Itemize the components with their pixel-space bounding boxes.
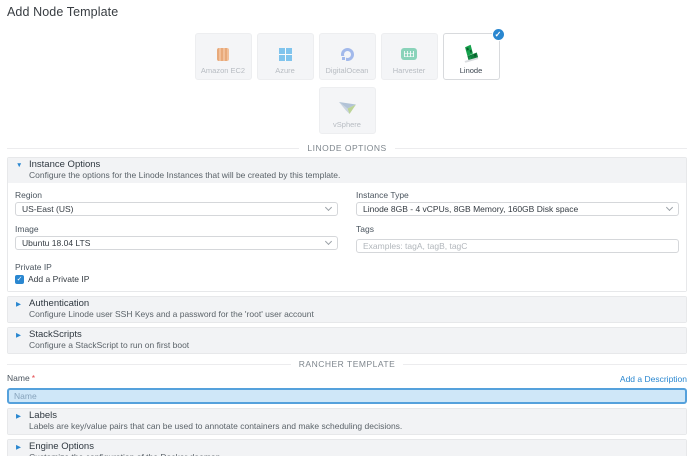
labels-header[interactable]: ▶ Labels Labels are key/value pairs that… — [8, 409, 686, 434]
private-ip-field: Private IP ✓ Add a Private IP — [15, 262, 679, 284]
provider-tile-label: Linode — [460, 66, 483, 75]
section-subtitle: Configure Linode user SSH Keys and a pas… — [29, 310, 314, 319]
tags-label: Tags — [356, 224, 679, 234]
triangle-right-icon: ▶ — [16, 443, 23, 456]
image-select[interactable]: Ubuntu 18.04 LTS — [15, 236, 338, 250]
provider-row-2: vSphere — [319, 87, 376, 134]
name-row: Name* Add a Description — [7, 373, 687, 385]
chevron-down-icon — [666, 204, 673, 211]
instance-type-value: Linode 8GB - 4 vCPUs, 8GB Memory, 160GB … — [363, 204, 578, 214]
section-subtitle: Configure a StackScript to run on first … — [29, 341, 189, 350]
region-label: Region — [15, 190, 338, 200]
private-ip-checkbox-label[interactable]: Add a Private IP — [28, 274, 89, 284]
name-label: Name* — [7, 373, 35, 383]
required-asterisk: * — [32, 373, 35, 383]
instance-type-label: Instance Type — [356, 190, 679, 200]
provider-tile-digitalocean[interactable]: DigitalOcean — [319, 33, 376, 80]
provider-tile-amazon-ec2[interactable]: Amazon EC2 — [195, 33, 252, 80]
private-ip-label: Private IP — [15, 262, 679, 272]
image-field: Image Ubuntu 18.04 LTS — [15, 224, 338, 254]
chevron-down-icon — [325, 238, 332, 245]
page-title: Add Node Template — [7, 5, 687, 19]
authentication-section: ▶ Authentication Configure Linode user S… — [7, 296, 687, 323]
instance-options-body: Region US-East (US) Instance Type Linode… — [8, 183, 686, 291]
stackscripts-section: ▶ StackScripts Configure a StackScript t… — [7, 327, 687, 354]
tags-input[interactable] — [356, 239, 679, 253]
provider-tile-label: Harvester — [393, 66, 426, 75]
add-node-template-page: Add Node Template Amazon EC2 Azure Digit… — [0, 0, 694, 456]
rancher-template-divider: RANCHER TEMPLATE — [7, 359, 687, 369]
private-ip-checkbox[interactable]: ✓ — [15, 275, 24, 284]
triangle-right-icon: ▶ — [16, 331, 23, 350]
triangle-right-icon: ▶ — [16, 300, 23, 319]
provider-tile-label: DigitalOcean — [326, 66, 369, 75]
harvester-icon — [401, 42, 417, 66]
instance-type-select[interactable]: Linode 8GB - 4 vCPUs, 8GB Memory, 160GB … — [356, 202, 679, 216]
provider-picker: Amazon EC2 Azure DigitalOcean Harvester … — [7, 19, 687, 134]
provider-row-1: Amazon EC2 Azure DigitalOcean Harvester … — [195, 33, 500, 80]
linode-options-divider: LINODE OPTIONS — [7, 143, 687, 153]
triangle-down-icon: ▼ — [16, 161, 23, 180]
linode-options-divider-label: LINODE OPTIONS — [307, 143, 386, 153]
provider-tile-linode[interactable]: ✓ Linode — [443, 33, 500, 80]
section-title: Labels — [29, 411, 402, 421]
region-select[interactable]: US-East (US) — [15, 202, 338, 216]
region-value: US-East (US) — [22, 204, 73, 214]
section-subtitle: Configure the options for the Linode Ins… — [29, 171, 340, 180]
tags-field: Tags — [356, 224, 679, 254]
image-value: Ubuntu 18.04 LTS — [22, 238, 90, 248]
provider-tile-azure[interactable]: Azure — [257, 33, 314, 80]
section-title: StackScripts — [29, 330, 189, 340]
triangle-right-icon: ▶ — [16, 412, 23, 431]
engine-options-header[interactable]: ▶ Engine Options Customize the configura… — [8, 440, 686, 456]
provider-tile-harvester[interactable]: Harvester — [381, 33, 438, 80]
provider-tile-label: vSphere — [333, 120, 361, 129]
name-input[interactable] — [7, 388, 687, 404]
digitalocean-icon — [341, 42, 354, 66]
region-field: Region US-East (US) — [15, 190, 338, 216]
image-label: Image — [15, 224, 338, 234]
amazon-ec2-icon — [217, 42, 229, 66]
stackscripts-header[interactable]: ▶ StackScripts Configure a StackScript t… — [8, 328, 686, 353]
engine-options-section: ▶ Engine Options Customize the configura… — [7, 439, 687, 456]
rancher-template-divider-label: RANCHER TEMPLATE — [299, 359, 395, 369]
vsphere-icon — [338, 96, 357, 120]
section-title: Instance Options — [29, 160, 340, 170]
section-title: Engine Options — [29, 442, 220, 452]
provider-tile-label: Amazon EC2 — [201, 66, 245, 75]
instance-options-header[interactable]: ▼ Instance Options Configure the options… — [8, 158, 686, 183]
section-subtitle: Labels are key/value pairs that can be u… — [29, 422, 402, 431]
azure-icon — [279, 42, 292, 66]
linode-icon — [462, 42, 480, 66]
add-description-link[interactable]: Add a Description — [620, 374, 687, 384]
chevron-down-icon — [325, 204, 332, 211]
provider-tile-vsphere[interactable]: vSphere — [319, 87, 376, 134]
provider-tile-label: Azure — [275, 66, 295, 75]
selected-check-icon: ✓ — [492, 28, 505, 41]
labels-section: ▶ Labels Labels are key/value pairs that… — [7, 408, 687, 435]
authentication-header[interactable]: ▶ Authentication Configure Linode user S… — [8, 297, 686, 322]
instance-options-section: ▼ Instance Options Configure the options… — [7, 157, 687, 292]
instance-type-field: Instance Type Linode 8GB - 4 vCPUs, 8GB … — [356, 190, 679, 216]
section-title: Authentication — [29, 299, 314, 309]
